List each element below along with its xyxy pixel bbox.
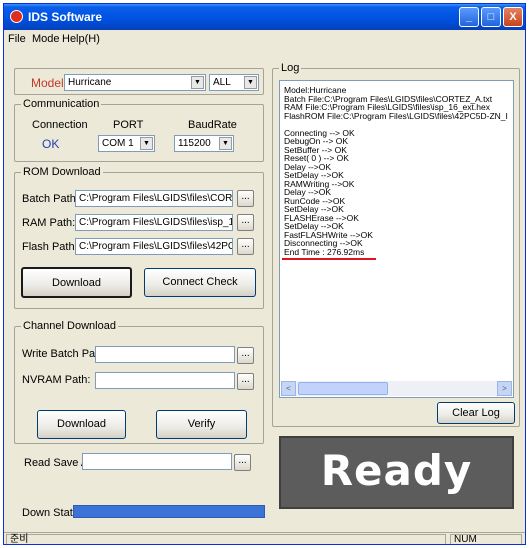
log-title: Log xyxy=(279,62,302,74)
rom-download-group: ROM Download Batch Path: C:\Program File… xyxy=(14,166,264,309)
chevron-down-icon[interactable]: ▼ xyxy=(244,76,257,89)
model-label: Model xyxy=(31,76,64,90)
model-filter-value: ALL xyxy=(213,77,231,88)
clear-log-button[interactable]: Clear Log xyxy=(437,402,515,424)
connection-label: Connection xyxy=(32,119,88,131)
rom-download-button[interactable]: Download xyxy=(21,267,132,298)
ram-path-label: RAM Path: xyxy=(22,217,76,229)
flash-path-label: Flash Path: xyxy=(22,241,78,253)
log-line: Reset( 0 ) --> OK xyxy=(284,153,349,163)
log-line: SetDelay -->OK xyxy=(284,221,344,231)
communication-group: Communication Connection OK PORT COM 1 ▼… xyxy=(14,98,264,162)
minimize-button[interactable]: _ xyxy=(459,7,479,27)
read-save-browse-button[interactable]: ... xyxy=(234,454,251,471)
connect-check-button[interactable]: Connect Check xyxy=(144,268,256,297)
log-line: Disconnecting -->OK xyxy=(284,238,363,248)
flash-browse-button[interactable]: ... xyxy=(237,238,254,255)
menu-file[interactable]: File xyxy=(8,33,26,45)
batch-path-input[interactable]: C:\Program Files\LGIDS\files\CORTEZ xyxy=(75,190,233,207)
status-num: NUM xyxy=(450,534,522,544)
model-value: Hurricane xyxy=(68,77,112,88)
window-title: IDS Software xyxy=(28,10,103,24)
flash-path-input[interactable]: C:\Program Files\LGIDS\files\42PC5D- xyxy=(75,238,233,255)
model-filter-select[interactable]: ALL ▼ xyxy=(209,74,259,91)
menu-bar: File Mode Help(H) xyxy=(4,30,525,48)
log-textbox[interactable]: Model:Hurricane Batch File:C:\Program Fil… xyxy=(279,80,514,398)
menu-mode[interactable]: Mode xyxy=(32,33,60,45)
communication-title: Communication xyxy=(21,98,102,110)
ram-path-input[interactable]: C:\Program Files\LGIDS\files\isp_16.e xyxy=(75,214,233,231)
baudrate-select[interactable]: 115200 ▼ xyxy=(174,135,234,152)
nvram-path-input[interactable] xyxy=(95,372,235,389)
menu-help[interactable]: Help(H) xyxy=(62,33,100,45)
status-text: 준비 xyxy=(6,534,446,544)
log-line: DebugOn --> OK xyxy=(284,136,349,146)
chevron-down-icon[interactable]: ▼ xyxy=(191,76,204,89)
baudrate-value: 115200 xyxy=(178,138,211,149)
channel-download-title: Channel Download xyxy=(21,320,118,332)
down-status-progress xyxy=(73,505,265,518)
scroll-right-icon[interactable]: > xyxy=(497,381,512,396)
write-batch-path-input[interactable] xyxy=(95,346,235,363)
log-line: RAM File:C:\Program Files\LGIDS\files\is… xyxy=(284,102,490,112)
log-line: End Time : 276.92ms xyxy=(284,246,365,257)
chevron-down-icon[interactable]: ▼ xyxy=(140,137,153,150)
model-select[interactable]: Hurricane ▼ xyxy=(64,74,206,91)
channel-download-group: Channel Download Write Batch Path: ... N… xyxy=(14,320,264,444)
rom-download-title: ROM Download xyxy=(21,166,103,178)
log-line: Model:Hurricane xyxy=(284,85,347,95)
port-select[interactable]: COM 1 ▼ xyxy=(98,135,155,152)
log-line: FlashROM File:C:\Program Files\LGIDS\fil… xyxy=(284,110,508,121)
log-line: SetDelay -->OK xyxy=(284,204,344,214)
read-save-as-input[interactable] xyxy=(82,453,232,470)
ready-indicator: Ready xyxy=(279,436,514,509)
port-label: PORT xyxy=(113,119,144,131)
log-line: SetDelay -->OK xyxy=(284,170,344,180)
chevron-down-icon[interactable]: ▼ xyxy=(219,137,232,150)
model-panel: Model Hurricane ▼ ALL ▼ xyxy=(14,68,264,95)
scroll-left-icon[interactable]: < xyxy=(281,381,296,396)
baudrate-label: BaudRate xyxy=(188,119,237,131)
channel-download-button[interactable]: Download xyxy=(37,410,126,439)
app-icon xyxy=(10,10,23,23)
batch-path-label: Batch Path: xyxy=(22,193,79,205)
log-line: Delay -->OK xyxy=(284,187,331,197)
verify-button[interactable]: Verify xyxy=(156,410,247,439)
ram-browse-button[interactable]: ... xyxy=(237,214,254,231)
scroll-thumb[interactable] xyxy=(298,382,388,395)
connection-status: OK xyxy=(42,137,60,151)
title-bar[interactable]: IDS Software _ □ X xyxy=(4,4,525,30)
log-horizontal-scrollbar[interactable]: < > xyxy=(281,381,512,396)
nvram-browse-button[interactable]: ... xyxy=(237,373,254,390)
batch-browse-button[interactable]: ... xyxy=(237,190,254,207)
nvram-path-label: NVRAM Path: xyxy=(22,374,91,386)
maximize-button[interactable]: □ xyxy=(481,7,501,27)
app-window: IDS Software _ □ X File Mode Help(H) Mod… xyxy=(3,3,526,545)
status-bar: 준비 NUM xyxy=(4,532,525,544)
port-value: COM 1 xyxy=(102,138,134,149)
end-time-highlight xyxy=(282,257,376,260)
close-button[interactable]: X xyxy=(503,7,523,27)
write-batch-browse-button[interactable]: ... xyxy=(237,347,254,364)
